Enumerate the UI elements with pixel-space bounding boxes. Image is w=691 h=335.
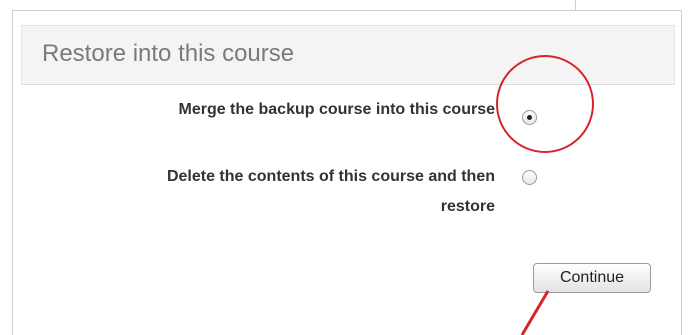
merge-radio-button[interactable]: [522, 110, 537, 125]
delete-option-label-line1: Delete the contents of this course and t…: [166, 168, 495, 185]
delete-option-label: Delete the contents of this course and t…: [167, 162, 495, 222]
section-header: Restore into this course: [21, 25, 675, 85]
delete-radio-button[interactable]: [522, 170, 537, 185]
top-divider: [575, 0, 576, 10]
continue-button[interactable]: Continue: [533, 263, 651, 293]
radio-selected-dot: [527, 115, 532, 120]
delete-option-label-line2: restore: [440, 198, 495, 215]
section-title: Restore into this course: [42, 40, 295, 67]
screenshot-root: Restore into this course Merge the backu…: [0, 0, 691, 335]
merge-option-label: Merge the backup course into this course: [178, 101, 495, 118]
